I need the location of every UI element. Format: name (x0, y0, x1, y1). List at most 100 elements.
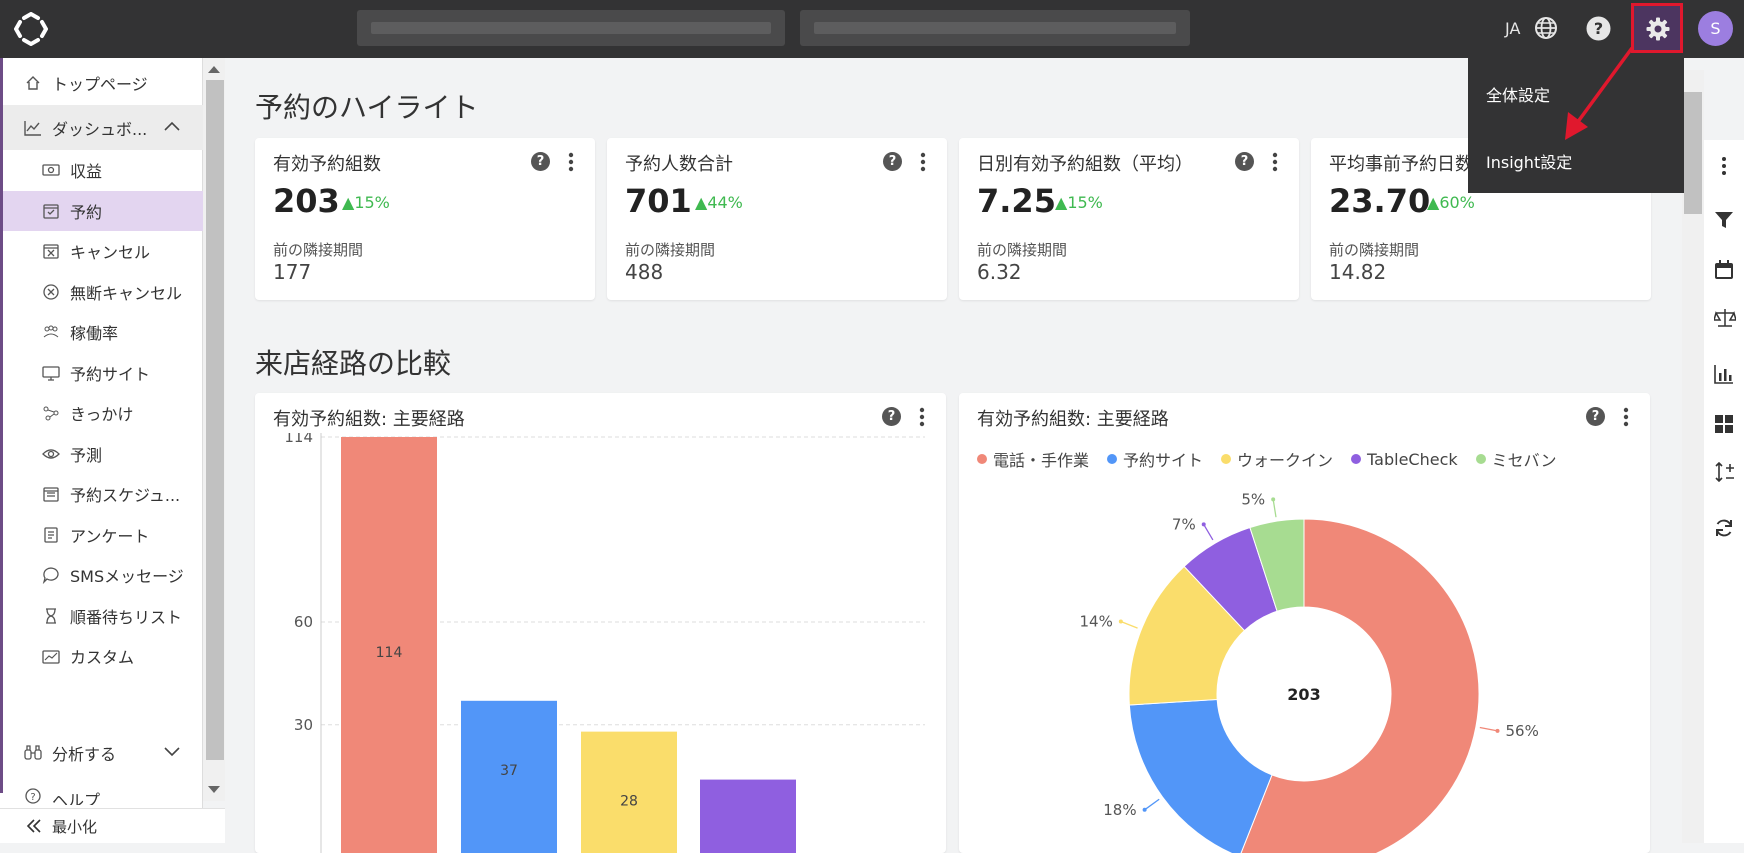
up-triangle-icon: ▲ (1055, 193, 1068, 212)
minimize-sidebar-button[interactable]: 最小化 (0, 808, 225, 843)
kpi-title: 平均事前予約日数 (1329, 154, 1473, 175)
help-icon[interactable]: ? (1586, 16, 1611, 41)
sidebar-subitem[interactable]: 収益 (0, 150, 203, 190)
help-icon[interactable]: ? (1586, 407, 1605, 426)
globe-icon[interactable] (1534, 16, 1558, 40)
chevron-down-icon[interactable] (163, 744, 181, 758)
bar[interactable] (581, 731, 677, 853)
kpi-delta: ▲44% (695, 193, 743, 212)
sidebar-subitem[interactable]: キャンセル (0, 231, 203, 271)
slice-percent-label: 56% (1506, 722, 1539, 740)
chevron-up-icon[interactable] (163, 119, 181, 133)
sidebar-item-top-page[interactable]: トップページ (0, 60, 203, 105)
help-icon[interactable]: ? (531, 152, 550, 171)
app-logo-icon[interactable] (14, 12, 48, 46)
slice-percent-label: 7% (1172, 515, 1196, 533)
donut-center-total: 203 (1287, 685, 1320, 704)
bar-chart-plot: 114 60 30 114 37 28 (284, 433, 925, 853)
legend-item[interactable]: TableCheck (1351, 450, 1458, 469)
sidebar-item-analyze[interactable]: 分析する (0, 730, 203, 775)
pie-chart-card: 有効予約組数: 主要経路 ? 電話・手作業 予約サイト ウォークイン TableChe… (959, 393, 1650, 853)
right-toolbar (1704, 140, 1744, 843)
refresh-icon[interactable] (1714, 518, 1734, 538)
slice-label-leader (1203, 524, 1214, 541)
money-icon (42, 161, 60, 179)
help-icon[interactable]: ? (883, 152, 902, 171)
calendar-icon[interactable] (1714, 260, 1734, 280)
sidebar-subitem[interactable]: 順番待ちリスト (0, 596, 203, 636)
sidebar-subitem[interactable]: SMSメッセージ (0, 555, 203, 595)
sidebar-subitem[interactable]: カスタム (0, 636, 203, 676)
blurred-store-selector[interactable] (800, 10, 1190, 46)
calendar-list-icon (42, 485, 60, 503)
gear-icon (1646, 17, 1670, 41)
home-icon (24, 74, 42, 92)
more-vertical-icon[interactable] (1714, 156, 1734, 176)
up-triangle-icon: ▲ (342, 193, 355, 212)
language-label[interactable]: JA (1505, 19, 1520, 38)
sidebar-subitem-label: きっかけ (70, 405, 134, 424)
settings-button[interactable] (1631, 3, 1683, 53)
sidebar-subitem[interactable]: 無断キャンセル (0, 272, 203, 312)
highlights-section-title: 予約のハイライト (255, 91, 479, 124)
kpi-prev-label: 前の隣接期間 (625, 241, 716, 259)
slice-label-leader (1120, 620, 1138, 629)
help-icon[interactable]: ? (882, 407, 901, 426)
scale-icon[interactable] (1714, 308, 1736, 328)
grid-layout-icon[interactable] (1714, 414, 1734, 434)
blurred-search-field[interactable] (357, 10, 785, 46)
double-chevron-left-icon (26, 819, 41, 833)
more-vertical-icon[interactable] (920, 152, 926, 172)
user-avatar[interactable]: S (1698, 11, 1733, 46)
legend-item[interactable]: ウォークイン (1221, 447, 1333, 471)
svg-text:?: ? (30, 792, 35, 803)
legend-item[interactable]: 電話・手作業 (977, 447, 1089, 471)
more-vertical-icon[interactable] (568, 152, 574, 172)
kpi-value: 203 (273, 182, 340, 220)
bar[interactable] (700, 779, 796, 853)
donut-chart-plot: 56% 18% 14% 7% 5% 203 (1079, 490, 1539, 853)
sidebar-subitem[interactable]: 稼働率 (0, 312, 203, 352)
legend-label: ミセバン (1491, 451, 1557, 470)
chat-bubble-icon (42, 566, 60, 584)
sidebar-subitem[interactable]: アンケート (0, 515, 203, 555)
main-scrollbar-thumb[interactable] (1684, 92, 1702, 214)
donut-slice[interactable] (1128, 698, 1273, 853)
slice-label-dot (1495, 728, 1500, 733)
sidebar-subitem[interactable]: 予約 (0, 190, 203, 231)
settings-dropdown-menu: 全体設定 Insight設定 (1468, 58, 1684, 193)
sidebar-scrollbar-thumb[interactable] (206, 80, 224, 760)
scroll-down-arrow-icon[interactable] (208, 786, 220, 793)
kpi-value: 23.70 (1329, 182, 1431, 220)
menu-item-insight-settings[interactable]: Insight設定 (1486, 149, 1572, 173)
sidebar-subitem[interactable]: 予約スケジュ... (0, 474, 203, 514)
y-tick-label: 30 (294, 716, 313, 734)
scroll-up-arrow-icon[interactable] (208, 66, 220, 73)
up-triangle-icon: ▲ (695, 193, 708, 212)
sidebar-item-dashboard[interactable]: ダッシュボ... (0, 105, 203, 150)
legend-item[interactable]: ミセバン (1475, 447, 1557, 471)
filter-icon[interactable] (1714, 210, 1734, 230)
legend-label: 予約サイト (1123, 451, 1204, 470)
bar-chart-icon[interactable] (1714, 364, 1734, 384)
slice-label-dot (1118, 619, 1123, 624)
kpi-delta: ▲15% (1055, 193, 1103, 212)
more-vertical-icon[interactable] (1272, 152, 1278, 172)
legend-swatch (977, 454, 987, 464)
bar-chart-title: 有効予約組数: 主要経路 (273, 409, 465, 430)
form-icon (42, 526, 60, 544)
slice-label-dot (1142, 807, 1147, 812)
menu-item-general-settings[interactable]: 全体設定 (1486, 82, 1550, 106)
sidebar-item-help[interactable]: ? ヘルプ (0, 775, 203, 805)
more-vertical-icon[interactable] (1623, 407, 1629, 427)
calendar-x-icon (42, 242, 60, 260)
slice-percent-label: 5% (1241, 490, 1265, 508)
height-adjust-icon[interactable] (1714, 462, 1736, 482)
help-icon[interactable]: ? (1235, 152, 1254, 171)
more-vertical-icon[interactable] (919, 407, 925, 427)
sidebar-subitem[interactable]: きっかけ (0, 393, 203, 433)
sidebar-subitem[interactable]: 予約サイト (0, 353, 203, 393)
sidebar-subitem[interactable]: 予測 (0, 434, 203, 474)
legend-item[interactable]: 予約サイト (1107, 447, 1203, 471)
kpi-prev-value: 6.32 (977, 260, 1022, 284)
